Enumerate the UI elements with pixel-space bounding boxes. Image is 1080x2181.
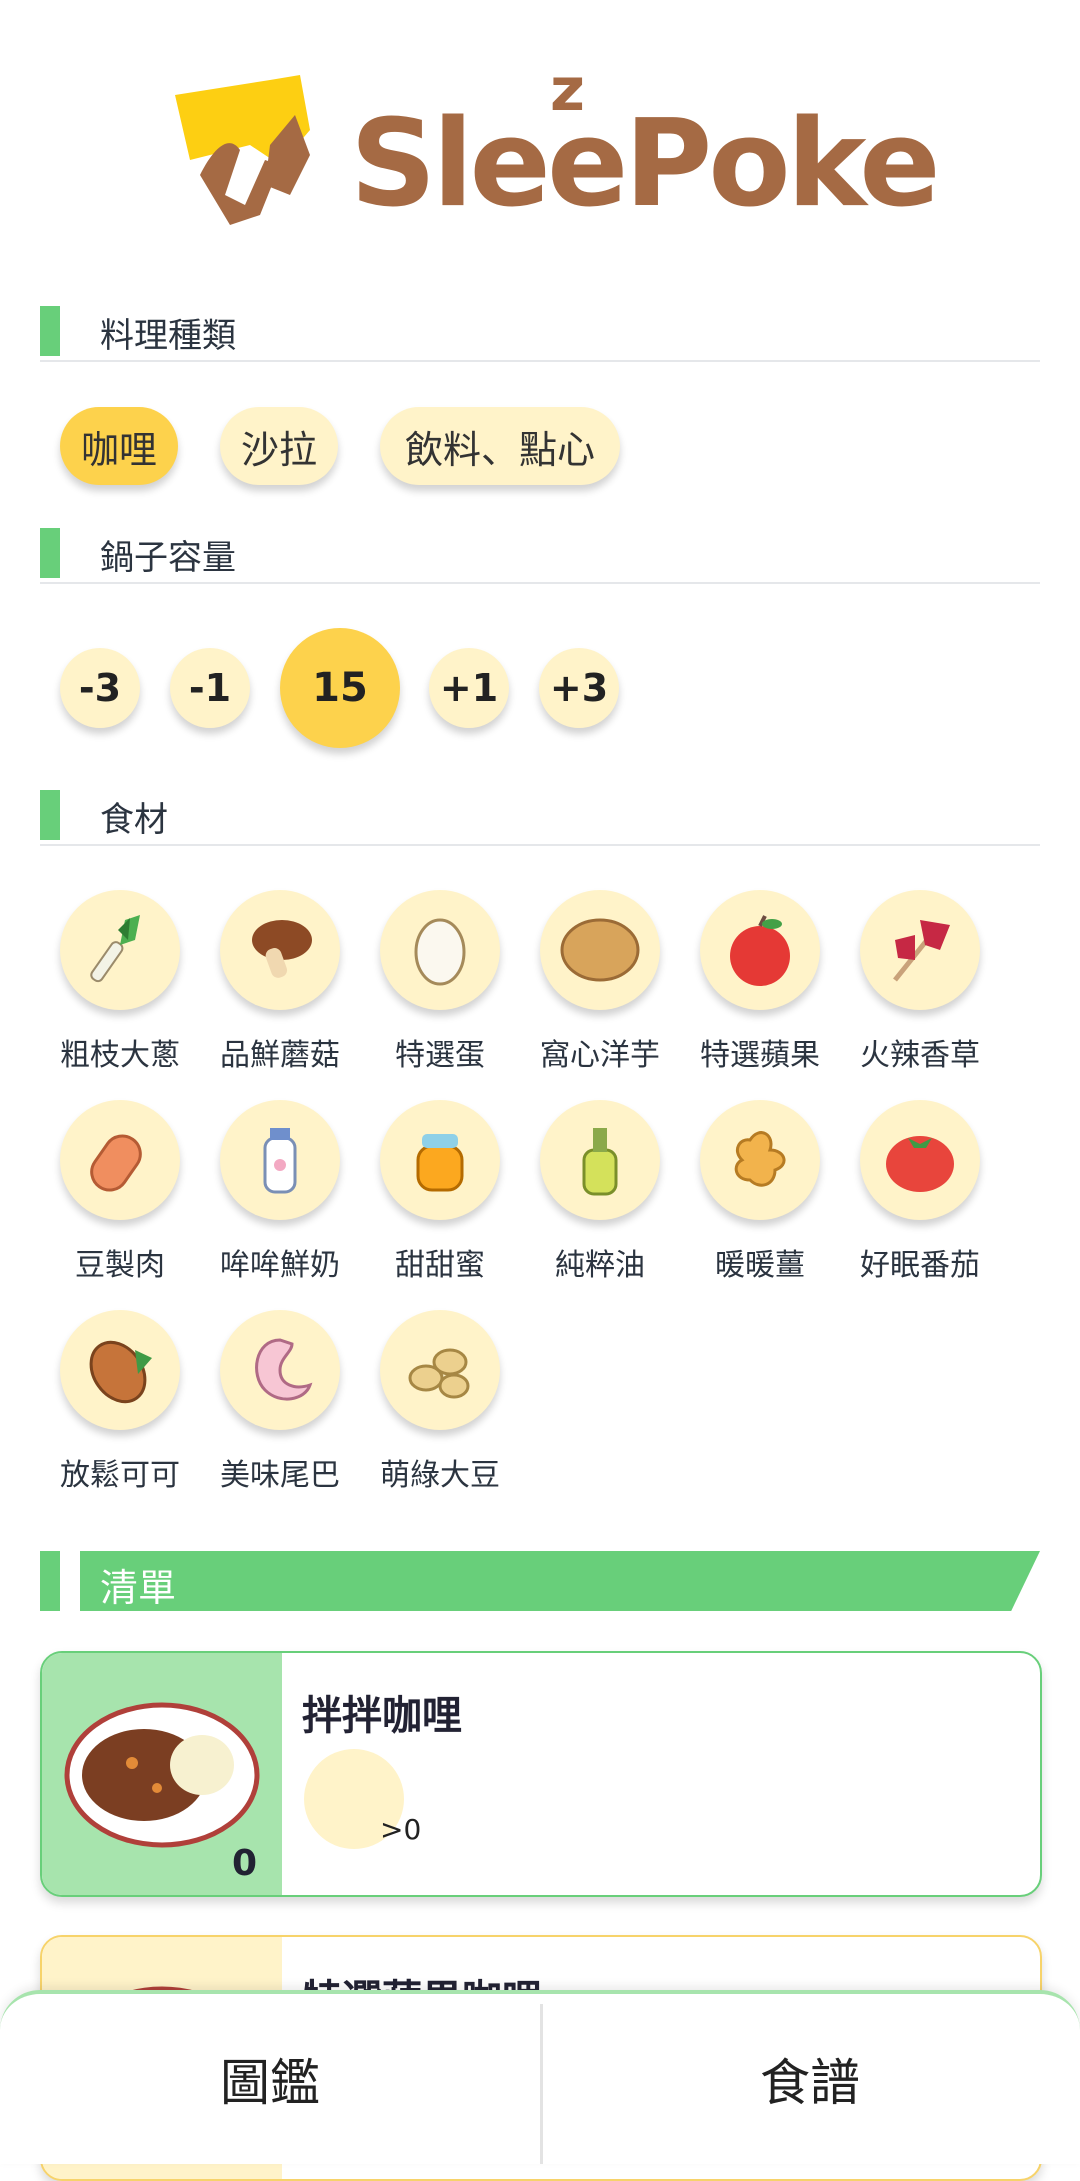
- nav-tab-recipes[interactable]: 食譜: [540, 1994, 1080, 2164]
- cacao-icon: [60, 1310, 180, 1430]
- ingredient-label: 純粹油: [555, 1248, 645, 1283]
- ingredient-label: 火辣香草: [860, 1038, 980, 1073]
- tomato-icon: [860, 1100, 980, 1220]
- bottom-nav: 圖鑑 食譜: [0, 1990, 1080, 2164]
- oil-icon: [540, 1100, 660, 1220]
- ingredient-label: 美味尾巴: [220, 1458, 340, 1493]
- herb-icon: [860, 890, 980, 1010]
- section-marker: [40, 528, 60, 578]
- divider: [40, 844, 1040, 846]
- cuisine-chip-salad[interactable]: 沙拉: [220, 407, 338, 485]
- ingredient-label: 窩心洋芋: [540, 1038, 660, 1073]
- tail-icon: [220, 1310, 340, 1430]
- leek-icon: [60, 890, 180, 1010]
- recipe-card[interactable]: 0 拌拌咖哩 >0: [40, 1651, 1042, 1897]
- milk-icon: [220, 1100, 340, 1220]
- ingredient-label: 豆製肉: [75, 1248, 165, 1283]
- list-header: 清單: [40, 1551, 1040, 1611]
- ingredient-apple[interactable]: 特選蘋果: [680, 890, 840, 1080]
- ingredient-label: 品鮮蘑菇: [220, 1038, 340, 1073]
- potato-icon: [540, 890, 660, 1010]
- section-marker: [40, 1551, 60, 1611]
- ingredient-label: 特選蛋: [395, 1038, 485, 1073]
- ingredient-oil[interactable]: 純粹油: [520, 1100, 680, 1290]
- soy-meat-icon: [60, 1100, 180, 1220]
- pot-minus-3-button[interactable]: -3: [60, 648, 140, 728]
- ingredient-egg[interactable]: 特選蛋: [360, 890, 520, 1080]
- ingredient-label: 粗枝大蔥: [60, 1038, 180, 1073]
- ingredient-milk[interactable]: 哞哞鮮奶: [200, 1100, 360, 1290]
- ingredient-potato[interactable]: 窩心洋芋: [520, 890, 680, 1080]
- ingredient-soy-meat[interactable]: 豆製肉: [40, 1100, 200, 1290]
- apple-icon: [700, 890, 820, 1010]
- cuisine-chip-dessert[interactable]: 飲料、點心: [380, 407, 620, 485]
- divider: [40, 582, 1040, 584]
- list-title: 清單: [100, 1566, 177, 1610]
- nav-tab-pokedex[interactable]: 圖鑑: [0, 1994, 540, 2164]
- recipe-count: 0: [232, 1843, 258, 1884]
- section-title: 食材: [100, 800, 168, 840]
- pot-plus-3-button[interactable]: +3: [539, 648, 619, 728]
- ingredient-label: 放鬆可可: [60, 1458, 180, 1493]
- logo-text: SleePoke: [350, 95, 941, 234]
- ingredient-mushroom[interactable]: 品鮮蘑菇: [200, 890, 360, 1080]
- ingredient-label: 哞哞鮮奶: [220, 1248, 340, 1283]
- app-logo: z SleePoke: [170, 55, 941, 255]
- section-marker: [40, 306, 60, 356]
- pot-plus-1-button[interactable]: +1: [429, 648, 509, 728]
- egg-icon: [380, 890, 500, 1010]
- ingredient-label: 暖暖薑: [715, 1248, 805, 1283]
- mushroom-icon: [220, 890, 340, 1010]
- ingredient-ginger[interactable]: 暖暖薑: [680, 1100, 840, 1290]
- section-header-ingredients: 食材: [40, 784, 1040, 846]
- ingredient-tail[interactable]: 美味尾巴: [200, 1310, 360, 1500]
- divider: [40, 360, 1040, 362]
- section-title: 料理種類: [100, 316, 236, 356]
- ingredient-label: 好眠番茄: [860, 1248, 980, 1283]
- ingredient-herb[interactable]: 火辣香草: [840, 890, 1000, 1080]
- ingredient-label: 萌綠大豆: [380, 1458, 500, 1493]
- ingredient-soybean[interactable]: 萌綠大豆: [360, 1310, 520, 1500]
- section-header-cuisine: 料理種類: [40, 300, 1040, 362]
- cuisine-chip-curry[interactable]: 咖哩: [60, 407, 178, 485]
- ingredient-label: 特選蘋果: [700, 1038, 820, 1073]
- list-banner: [80, 1551, 1040, 1611]
- ginger-icon: [700, 1100, 820, 1220]
- ingredient-leek[interactable]: 粗枝大蔥: [40, 890, 200, 1080]
- pot-minus-1-button[interactable]: -1: [170, 648, 250, 728]
- ingredient-honey[interactable]: 甜甜蜜: [360, 1100, 520, 1290]
- soybean-icon: [380, 1310, 500, 1430]
- ingredient-cacao[interactable]: 放鬆可可: [40, 1310, 200, 1500]
- section-title: 鍋子容量: [100, 538, 236, 578]
- section-header-pot: 鍋子容量: [40, 522, 1040, 584]
- honey-icon: [380, 1100, 500, 1220]
- ingredient-requirement: >0: [380, 1813, 422, 1846]
- ingredient-tomato[interactable]: 好眠番茄: [840, 1100, 1000, 1290]
- section-marker: [40, 790, 60, 840]
- ingredient-label: 甜甜蜜: [395, 1248, 485, 1283]
- pot-size-value: 15: [280, 628, 400, 748]
- recipe-name: 拌拌咖哩: [302, 1693, 462, 1739]
